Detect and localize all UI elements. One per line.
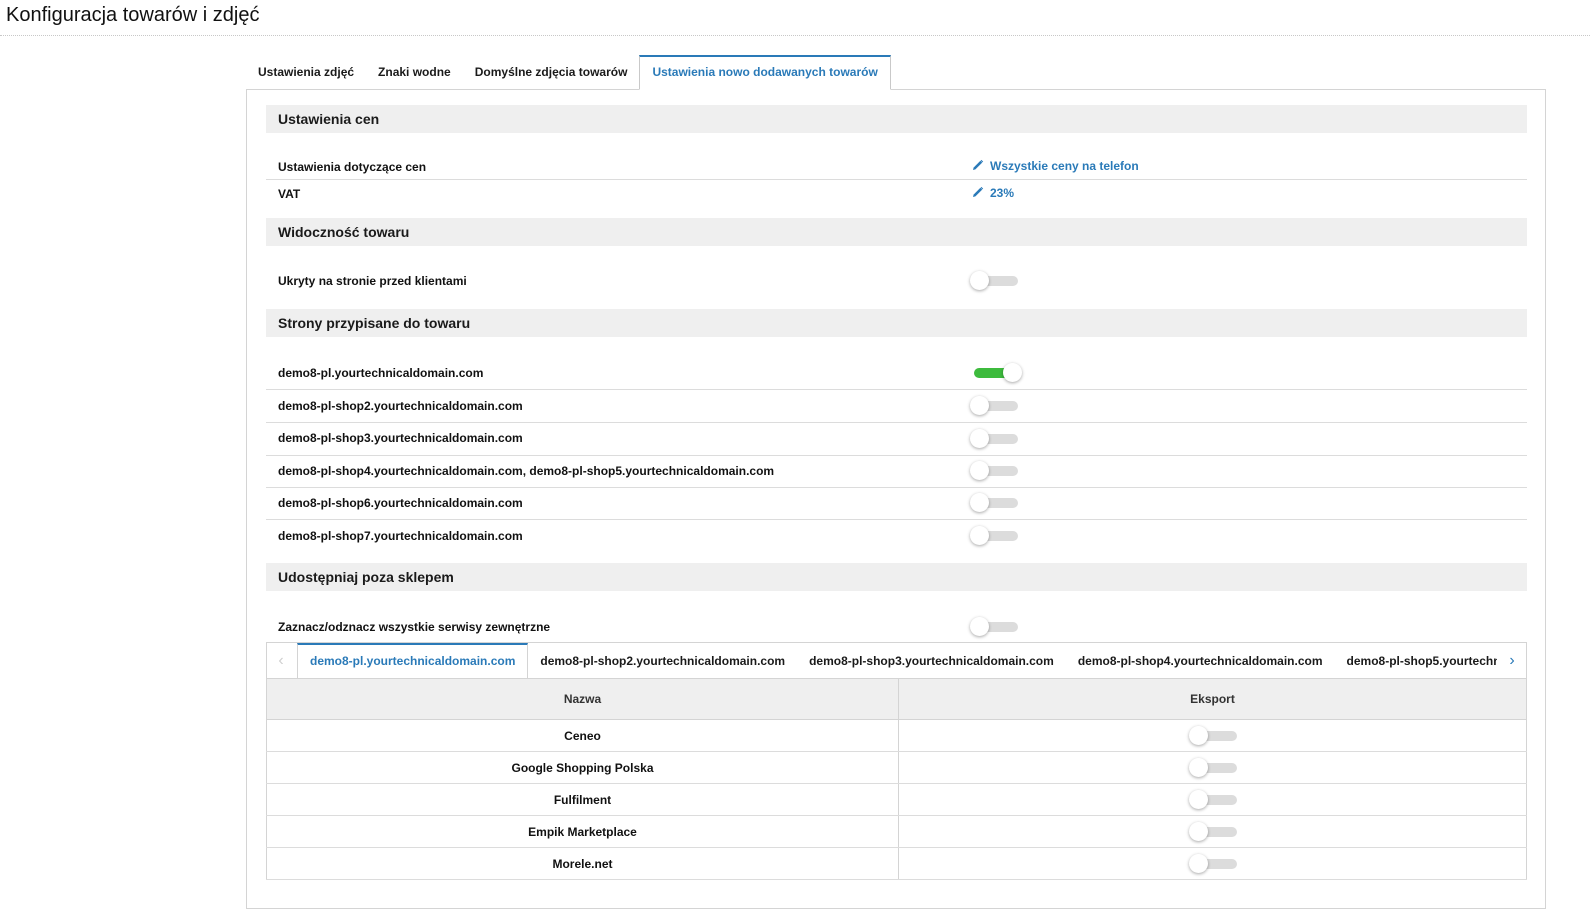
- table-row: Fulfilment: [266, 783, 1527, 816]
- price-settings-row: Ustawienia dotyczące cen Wszystkie ceny …: [266, 152, 1527, 180]
- toggle-all-external-row: Zaznacz/odznacz wszystkie serwisy zewnęt…: [266, 611, 1527, 641]
- site-toggle[interactable]: [970, 461, 1018, 480]
- export-toggle[interactable]: [1188, 821, 1237, 841]
- subtab-shop[interactable]: demo8-pl-shop5.yourtechnicaldomain.c: [1335, 643, 1497, 678]
- section-header-external-sharing: Udostępniaj poza sklepem: [266, 563, 1527, 591]
- table-row: Morele.net: [266, 847, 1527, 880]
- section-header-assigned-sites: Strony przypisane do towaru: [266, 309, 1527, 337]
- vat-label: VAT: [278, 187, 301, 201]
- export-toggle[interactable]: [1188, 725, 1237, 745]
- section-header-prices: Ustawienia cen: [266, 105, 1527, 133]
- tab-photo-settings[interactable]: Ustawienia zdjęć: [246, 55, 366, 89]
- site-toggle[interactable]: [970, 493, 1018, 512]
- export-toggle[interactable]: [1188, 853, 1237, 873]
- title-divider: [0, 35, 1590, 36]
- export-cell: [898, 751, 1527, 784]
- price-settings-label: Ustawienia dotyczące cen: [278, 160, 427, 174]
- hidden-from-customers-row: Ukryty na stronie przed klientami: [266, 266, 1527, 296]
- subtab-shop[interactable]: demo8-pl-shop3.yourtechnicaldomain.com: [797, 643, 1066, 678]
- subtab-shop[interactable]: demo8-pl-shop4.yourtechnicaldomain.com: [1066, 643, 1335, 678]
- site-row: demo8-pl.yourtechnicaldomain.com: [266, 357, 1527, 390]
- service-name: Fulfilment: [266, 783, 899, 816]
- site-label: demo8-pl-shop3.yourtechnicaldomain.com: [278, 431, 523, 445]
- site-toggle[interactable]: [970, 526, 1018, 545]
- chevron-left-icon[interactable]: ‹: [267, 643, 295, 678]
- site-label: demo8-pl-shop2.yourtechnicaldomain.com: [278, 399, 523, 413]
- table-row: Google Shopping Polska: [266, 751, 1527, 784]
- chevron-right-icon[interactable]: ›: [1498, 643, 1526, 678]
- site-row: demo8-pl-shop2.yourtechnicaldomain.com: [266, 390, 1527, 423]
- service-name: Ceneo: [266, 719, 899, 752]
- hidden-from-customers-label: Ukryty na stronie przed klientami: [278, 274, 467, 288]
- site-toggle[interactable]: [970, 363, 1022, 382]
- site-label: demo8-pl-shop6.yourtechnicaldomain.com: [278, 496, 523, 510]
- subtab-shop[interactable]: demo8-pl-shop2.yourtechnicaldomain.com: [528, 643, 797, 678]
- shop-subtab-strip: demo8-pl.yourtechnicaldomain.com demo8-pl…: [297, 643, 1497, 678]
- toggle-all-external-toggle[interactable]: [970, 617, 1018, 636]
- table-row: Empik Marketplace: [266, 815, 1527, 848]
- service-name: Google Shopping Polska: [266, 751, 899, 784]
- column-header-name: Nazwa: [266, 679, 899, 720]
- table-row: Ceneo: [266, 719, 1527, 752]
- vat-row: VAT 23%: [266, 180, 1527, 208]
- vat-edit-link[interactable]: 23%: [972, 186, 1014, 200]
- export-cell: [898, 719, 1527, 752]
- section-header-visibility: Widoczność towaru: [266, 218, 1527, 246]
- hidden-from-customers-toggle[interactable]: [970, 271, 1018, 290]
- site-toggle[interactable]: [970, 396, 1018, 415]
- tab-default-product-photos[interactable]: Domyślne zdjęcia towarów: [463, 55, 640, 89]
- external-services-table: Nazwa Eksport Ceneo Google Shopping Pols…: [266, 679, 1527, 880]
- service-name: Empik Marketplace: [266, 815, 899, 848]
- toggle-all-external-label: Zaznacz/odznacz wszystkie serwisy zewnęt…: [278, 620, 551, 634]
- vat-value: 23%: [990, 186, 1015, 200]
- tab-new-product-settings[interactable]: Ustawienia nowo dodawanych towarów: [639, 55, 891, 90]
- export-toggle[interactable]: [1188, 789, 1237, 809]
- column-header-export: Eksport: [898, 679, 1527, 720]
- site-row: demo8-pl-shop6.yourtechnicaldomain.com: [266, 488, 1527, 520]
- site-label: demo8-pl.yourtechnicaldomain.com: [278, 366, 484, 380]
- settings-tabs: Ustawienia zdjęć Znaki wodne Domyślne zd…: [246, 55, 891, 90]
- site-label: demo8-pl-shop7.yourtechnicaldomain.com: [278, 529, 523, 543]
- export-toggle[interactable]: [1188, 757, 1237, 777]
- subtab-shop[interactable]: demo8-pl.yourtechnicaldomain.com: [297, 643, 529, 678]
- export-cell: [898, 847, 1527, 880]
- export-cell: [898, 783, 1527, 816]
- tab-watermarks[interactable]: Znaki wodne: [366, 55, 463, 89]
- price-settings-value: Wszystkie ceny na telefon: [990, 159, 1139, 173]
- site-toggle[interactable]: [970, 429, 1018, 448]
- pencil-icon: [973, 186, 984, 197]
- shop-subtabs: ‹ demo8-pl.yourtechnicaldomain.com demo8-…: [266, 642, 1527, 679]
- page-title: Konfiguracja towarów i zdjęć: [6, 4, 260, 26]
- price-settings-edit-link[interactable]: Wszystkie ceny na telefon: [972, 159, 1139, 173]
- export-cell: [898, 815, 1527, 848]
- service-name: Morele.net: [266, 847, 899, 880]
- pencil-icon: [973, 159, 984, 170]
- site-row: demo8-pl-shop7.yourtechnicaldomain.com: [266, 520, 1527, 552]
- site-row: demo8-pl-shop4.yourtechnicaldomain.com, …: [266, 456, 1527, 488]
- site-label: demo8-pl-shop4.yourtechnicaldomain.com, …: [278, 464, 775, 478]
- site-row: demo8-pl-shop3.yourtechnicaldomain.com: [266, 423, 1527, 456]
